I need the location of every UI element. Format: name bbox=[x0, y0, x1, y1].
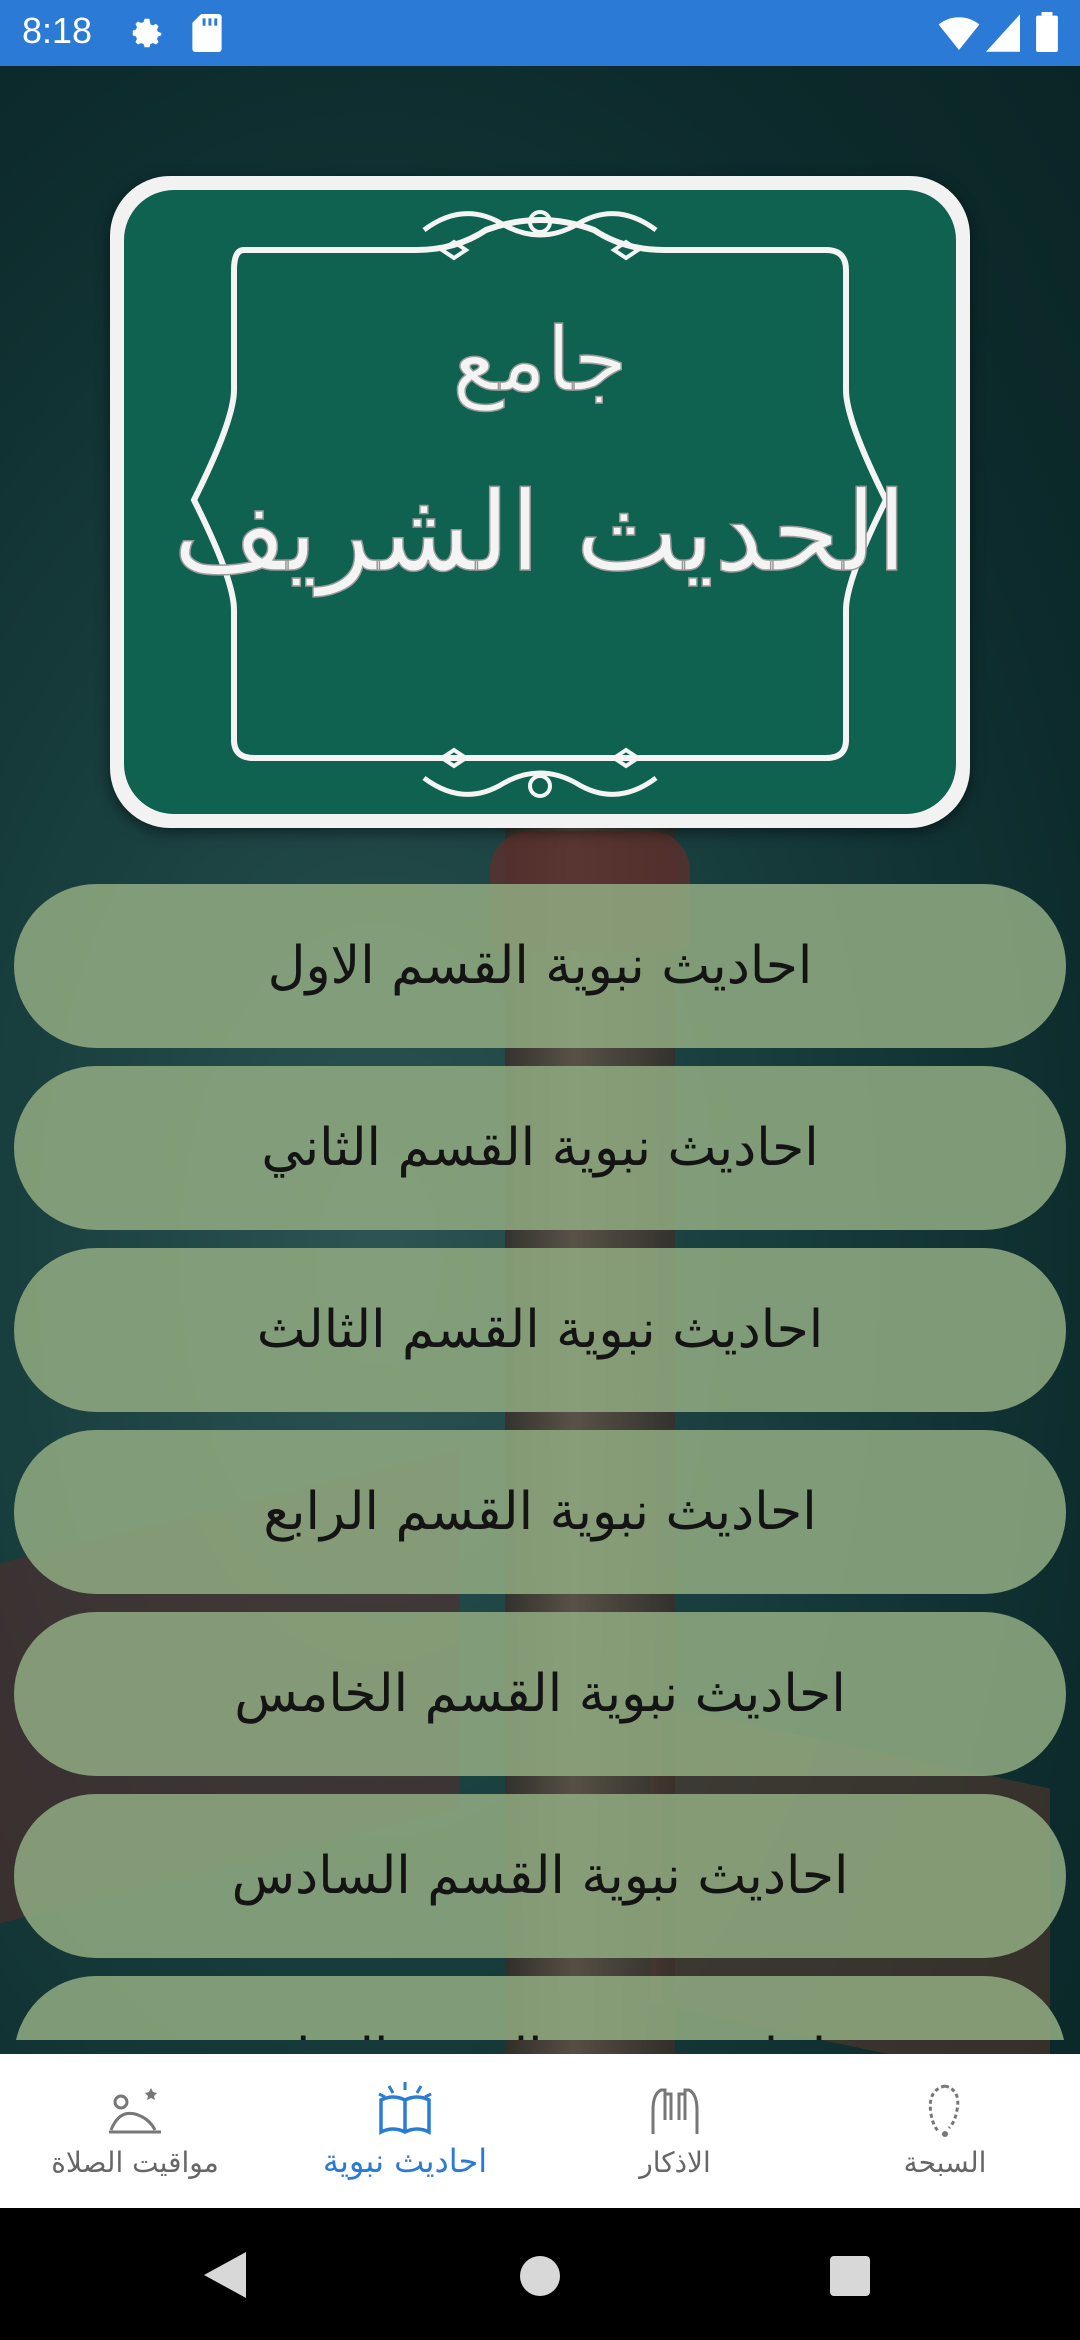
section-button-label: احاديث نبوية القسم الخامس bbox=[234, 1664, 846, 1724]
sections-list[interactable]: احاديث نبوية القسم الاول احاديث نبوية ال… bbox=[0, 884, 1080, 2040]
section-button-4[interactable]: احاديث نبوية القسم الرابع bbox=[14, 1430, 1066, 1594]
section-button-7[interactable]: احاديث نبوية القسم السابع bbox=[14, 1976, 1066, 2040]
section-button-label: احاديث نبوية القسم الثاني bbox=[261, 1118, 819, 1178]
open-book-icon bbox=[378, 2082, 432, 2135]
nav-label: احاديث نبوية bbox=[322, 2142, 488, 2180]
status-bar: 8:18 bbox=[0, 0, 1080, 66]
status-time: 8:18 bbox=[22, 10, 93, 51]
nav-label: السبحة bbox=[903, 2146, 987, 2179]
nav-label: الاذكار bbox=[639, 2146, 711, 2179]
praying-hands-icon bbox=[651, 2088, 699, 2134]
section-button-label: احاديث نبوية القسم السابع bbox=[254, 2028, 826, 2040]
logo-title-line1: جامع bbox=[452, 308, 627, 412]
sd-card-icon bbox=[192, 14, 222, 52]
section-button-5[interactable]: احاديث نبوية القسم الخامس bbox=[14, 1612, 1066, 1776]
nav-label: مواقيت الصلاة bbox=[51, 2146, 219, 2179]
section-button-label: احاديث نبوية القسم السادس bbox=[231, 1846, 849, 1906]
wifi-icon bbox=[938, 17, 980, 50]
app-logo-banner: جامع الحديث الشريف bbox=[110, 176, 970, 828]
settings-gear-icon bbox=[132, 18, 162, 48]
section-button-3[interactable]: احاديث نبوية القسم الثالث bbox=[14, 1248, 1066, 1412]
section-button-label: احاديث نبوية القسم الرابع bbox=[263, 1482, 817, 1542]
prayer-beads-icon bbox=[928, 2084, 960, 2137]
bottom-navigation: مواقيت الصلاة احاديث نبوية الاذكار السبح… bbox=[0, 2054, 1080, 2208]
cell-signal-icon bbox=[986, 14, 1020, 52]
home-icon[interactable] bbox=[520, 2256, 560, 2296]
praying-person-icon bbox=[109, 2088, 161, 2134]
section-button-label: احاديث نبوية القسم الثالث bbox=[256, 1300, 824, 1360]
system-navigation-bar bbox=[0, 2208, 1080, 2340]
nav-item-tasbih[interactable]: السبحة bbox=[810, 2054, 1080, 2208]
section-button-label: احاديث نبوية القسم الاول bbox=[267, 936, 813, 996]
back-icon[interactable] bbox=[204, 2252, 246, 2298]
ornate-frame-icon: جامع الحديث الشريف bbox=[172, 210, 908, 798]
battery-icon bbox=[1036, 12, 1058, 52]
section-button-2[interactable]: احاديث نبوية القسم الثاني bbox=[14, 1066, 1066, 1230]
nav-item-prayer-times[interactable]: مواقيت الصلاة bbox=[0, 2054, 270, 2208]
logo-title-line2: الحديث الشريف bbox=[173, 468, 907, 597]
recent-apps-icon[interactable] bbox=[830, 2256, 870, 2296]
section-button-6[interactable]: احاديث نبوية القسم السادس bbox=[14, 1794, 1066, 1958]
section-button-1[interactable]: احاديث نبوية القسم الاول bbox=[14, 884, 1066, 1048]
nav-item-hadiths[interactable]: احاديث نبوية bbox=[270, 2054, 540, 2208]
nav-item-adhkar[interactable]: الاذكار bbox=[540, 2054, 810, 2208]
logo-panel: جامع الحديث الشريف bbox=[124, 190, 956, 814]
